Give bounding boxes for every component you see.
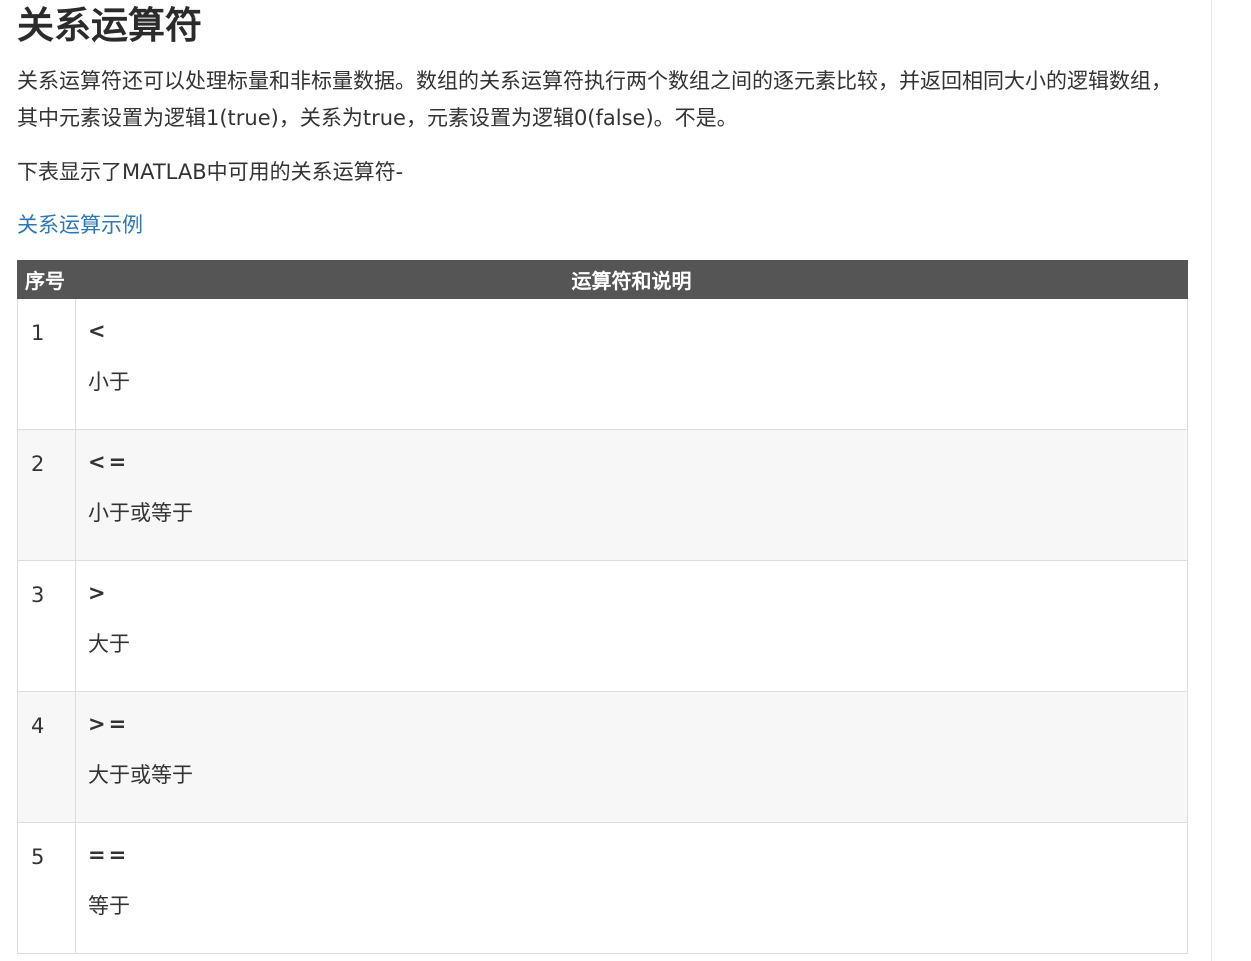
page-title: 关系运算符 (17, 4, 202, 47)
row-number: 3 (17, 560, 76, 692)
operator-symbol: > (88, 581, 109, 605)
operator-symbol: == (88, 843, 130, 867)
header-serial-number: 序号 (17, 260, 76, 299)
operator-symbol: <= (88, 450, 130, 474)
table-row: 1 < 小于 (17, 298, 1188, 430)
operator-description: 大于或等于 (88, 763, 193, 787)
table-row: 4 >= 大于或等于 (17, 691, 1188, 823)
row-number: 5 (17, 822, 76, 954)
table-header-row: 序号 运算符和说明 (17, 260, 1188, 299)
operator-description: 小于 (88, 370, 130, 394)
row-description-cell: >= 大于或等于 (75, 691, 1188, 823)
row-number: 4 (17, 691, 76, 823)
row-description-cell: < 小于 (75, 298, 1188, 430)
table-lead-paragraph: 下表显示了MATLAB中可用的关系运算符- (17, 160, 404, 184)
operator-description: 大于 (88, 632, 130, 656)
row-description-cell: > 大于 (75, 560, 1188, 692)
operator-description: 等于 (88, 894, 130, 918)
table-row: 5 == 等于 (17, 822, 1188, 954)
relational-operators-example-link[interactable]: 关系运算示例 (17, 207, 143, 244)
operator-symbol: >= (88, 712, 130, 736)
row-number: 1 (17, 298, 76, 430)
operators-table: 序号 运算符和说明 1 < 小于 2 <= 小于或等于 3 > 大于 4 >= … (17, 260, 1188, 954)
row-number: 2 (17, 429, 76, 561)
header-operator-description: 运算符和说明 (75, 260, 1188, 299)
operator-description: 小于或等于 (88, 501, 193, 525)
page: 关系运算符 关系运算符还可以处理标量和非标量数据。数组的关系运算符执行两个数组之… (0, 0, 1251, 961)
row-description-cell: <= 小于或等于 (75, 429, 1188, 561)
operator-symbol: < (88, 319, 109, 343)
table-row: 2 <= 小于或等于 (17, 429, 1188, 561)
page-right-divider (1211, 0, 1212, 961)
intro-paragraph: 关系运算符还可以处理标量和非标量数据。数组的关系运算符执行两个数组之间的逐元素比… (17, 69, 1172, 130)
table-row: 3 > 大于 (17, 560, 1188, 692)
row-description-cell: == 等于 (75, 822, 1188, 954)
